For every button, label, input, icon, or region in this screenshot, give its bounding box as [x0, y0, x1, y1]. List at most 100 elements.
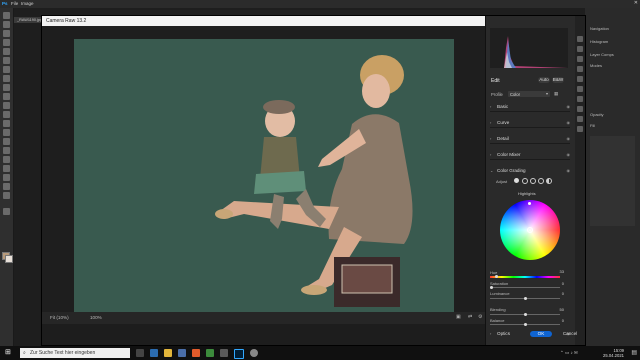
eye-icon[interactable]: ◉	[567, 168, 571, 173]
color-wheel-handle[interactable]	[527, 227, 533, 233]
tray-icons[interactable]: ⌃ ▭ ♪ ✉	[560, 350, 578, 356]
taskbar-clock[interactable]: 15:09 25.04.2021	[603, 348, 624, 358]
move-tool-icon[interactable]	[3, 12, 10, 19]
app-icon[interactable]	[220, 349, 228, 357]
luminance-slider[interactable]	[490, 297, 560, 300]
hue-slider[interactable]	[490, 275, 560, 278]
chrome-icon[interactable]	[206, 349, 214, 357]
history-brush-tool-icon[interactable]	[3, 102, 10, 109]
more-options-icon[interactable]	[577, 126, 583, 132]
blur-tool-icon[interactable]	[3, 129, 10, 136]
panel-modes[interactable]: Modes	[590, 63, 602, 68]
clone-stamp-tool-icon[interactable]	[3, 93, 10, 100]
notification-icon[interactable]: ▤	[631, 349, 637, 356]
adjust-midtones-icon[interactable]	[530, 178, 536, 184]
section-curve[interactable]: › Curve ◉	[490, 119, 570, 128]
task-view-icon[interactable]	[136, 349, 144, 357]
cancel-button[interactable]: Cancel	[558, 331, 582, 337]
panel-histogram[interactable]: Histogram	[590, 39, 608, 44]
adjust-shadows-icon[interactable]	[522, 178, 528, 184]
eyedropper-tool-icon[interactable]	[3, 66, 10, 73]
crop-tool-icon[interactable]	[3, 48, 10, 55]
section-basic[interactable]: › Basic ◉	[490, 103, 570, 112]
firefox-icon[interactable]	[192, 349, 200, 357]
adjustment-brush-icon[interactable]	[577, 66, 583, 72]
saturation-value[interactable]: 0	[554, 281, 564, 286]
spot-removal-icon[interactable]	[577, 56, 583, 62]
brush-tool-icon[interactable]	[3, 84, 10, 91]
edit-tool-icon[interactable]	[577, 36, 583, 42]
hue-slider-knob[interactable]	[495, 275, 498, 278]
chevron-right-icon: ›	[490, 331, 492, 336]
windows-start-icon[interactable]: ⊞	[5, 349, 11, 357]
window-close-icon[interactable]: ✕	[634, 0, 638, 6]
eye-icon[interactable]: ◉	[567, 120, 571, 125]
presets-icon[interactable]	[577, 116, 583, 122]
zoom-value[interactable]: 100%	[90, 315, 102, 320]
zoom-dropdown[interactable]: Fit (10%)	[50, 315, 69, 320]
eye-icon[interactable]: ◉	[567, 104, 571, 109]
panel-navigation[interactable]: Navigation	[590, 26, 609, 31]
eye-icon[interactable]: ◉	[567, 136, 571, 141]
store-icon[interactable]	[178, 349, 186, 357]
marquee-tool-icon[interactable]	[3, 21, 10, 28]
section-detail[interactable]: › Detail ◉	[490, 135, 570, 144]
color-wheel[interactable]	[500, 200, 560, 260]
adjust-global-icon[interactable]	[546, 178, 552, 184]
ok-button[interactable]: OK	[530, 331, 552, 337]
image-preview[interactable]	[74, 39, 454, 318]
blending-slider[interactable]	[490, 313, 560, 316]
menu-file[interactable]: File	[11, 1, 18, 6]
menu-image[interactable]: Image	[21, 1, 34, 6]
color-wheel-hue-handle[interactable]	[528, 202, 531, 205]
eraser-tool-icon[interactable]	[3, 111, 10, 118]
adjust-3way-icon[interactable]	[514, 178, 519, 183]
eye-icon[interactable]: ◉	[567, 152, 571, 157]
crop-rotate-icon[interactable]	[577, 46, 583, 52]
app-icon-2[interactable]	[250, 349, 258, 357]
quick-select-tool-icon[interactable]	[3, 39, 10, 46]
luminance-slider-knob[interactable]	[524, 297, 527, 300]
dodge-tool-icon[interactable]	[3, 138, 10, 145]
shape-tool-icon[interactable]	[3, 174, 10, 181]
graduated-filter-icon[interactable]	[577, 76, 583, 82]
bw-button[interactable]: B&W	[552, 77, 564, 83]
frame-tool-icon[interactable]	[3, 57, 10, 64]
lasso-tool-icon[interactable]	[3, 30, 10, 37]
photoshop-taskbar-icon[interactable]	[234, 349, 244, 359]
edit-toolbar-icon[interactable]	[3, 208, 10, 215]
profile-browser-icon[interactable]: ▦	[554, 91, 558, 97]
radial-filter-icon[interactable]	[577, 86, 583, 92]
taskbar-search[interactable]: ⌕ Zur Suche Text hier eingeben	[20, 348, 130, 358]
blending-slider-knob[interactable]	[524, 313, 527, 316]
adjust-highlights-icon[interactable]	[538, 178, 544, 184]
background-color-swatch[interactable]	[5, 255, 13, 263]
auto-button[interactable]: Auto	[538, 77, 550, 83]
balance-slider[interactable]	[490, 323, 560, 326]
path-select-tool-icon[interactable]	[3, 165, 10, 172]
type-tool-icon[interactable]	[3, 156, 10, 163]
hue-value[interactable]: 33	[554, 269, 564, 274]
toggle-before-after-icon[interactable]: ⇄	[468, 314, 472, 320]
saturation-slider[interactable]	[490, 286, 560, 289]
balance-value[interactable]: 0	[554, 318, 564, 323]
healing-brush-tool-icon[interactable]	[3, 75, 10, 82]
saturation-slider-knob[interactable]	[490, 286, 493, 289]
panel-layer-comps[interactable]: Layer Comps	[590, 52, 614, 57]
gradient-tool-icon[interactable]	[3, 120, 10, 127]
hand-tool-icon[interactable]	[3, 183, 10, 190]
luminance-value[interactable]: 0	[554, 291, 564, 296]
balance-slider-knob[interactable]	[524, 323, 527, 326]
zoom-tool-icon[interactable]	[3, 192, 10, 199]
red-eye-icon[interactable]	[577, 96, 583, 102]
file-explorer-icon[interactable]	[164, 349, 172, 357]
section-color-grading[interactable]: ⌄ Color Grading ◉	[490, 167, 570, 175]
edge-icon[interactable]	[150, 349, 158, 357]
snapshots-icon[interactable]	[577, 106, 583, 112]
compare-view-icon[interactable]: ▣	[456, 314, 461, 320]
blending-value[interactable]: 50	[554, 307, 564, 312]
profile-dropdown[interactable]: Color ▾	[508, 91, 550, 97]
section-color-mixer[interactable]: › Color Mixer ◉	[490, 151, 570, 160]
preferences-icon[interactable]: ⚙	[478, 314, 482, 320]
pen-tool-icon[interactable]	[3, 147, 10, 154]
